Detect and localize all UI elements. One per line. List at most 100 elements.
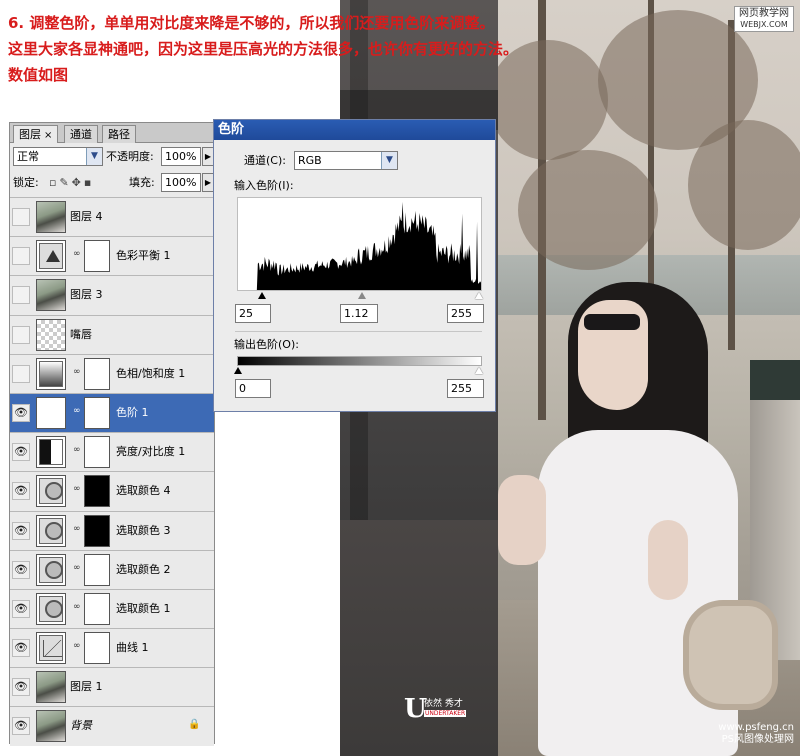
- channel-select[interactable]: RGB ▼: [294, 151, 398, 170]
- layer-name: 嘴唇: [70, 327, 92, 341]
- layer-row[interactable]: 👁 ∞ 选取颜色 4: [10, 471, 214, 511]
- levels-dialog: 色阶 通道(C): RGB ▼ 输入色阶(I): 25 1.12 255 输出色…: [213, 119, 496, 412]
- eye-icon[interactable]: 👁: [12, 560, 30, 579]
- panel-tabs: 图层 × 通道 路径: [10, 123, 214, 143]
- site-logo-tag: 网页教学网 WEBJX.COM: [734, 6, 794, 32]
- visibility-toggle[interactable]: [12, 208, 30, 226]
- input-white-slider[interactable]: [475, 292, 483, 299]
- selective-color-icon: [36, 592, 66, 625]
- layer-row-selected[interactable]: 👁 ∞ 色阶 1: [10, 392, 214, 433]
- site-watermark: www.psfeng.cn PS风图像处理网: [718, 722, 794, 745]
- layer-mask[interactable]: [84, 632, 110, 665]
- output-black-field[interactable]: 0: [235, 379, 271, 398]
- input-gamma-field[interactable]: 1.12: [340, 304, 378, 323]
- layer-row[interactable]: 👁 ∞ 选取颜色 3: [10, 510, 214, 550]
- watermark-logo: U 依然 秀才 UNDERTAKER: [404, 694, 467, 724]
- link-icon: ∞: [73, 641, 81, 652]
- curves-icon: [36, 632, 66, 665]
- output-white-field[interactable]: 255: [447, 379, 484, 398]
- lock-label: 锁定:: [13, 176, 39, 189]
- layer-mask[interactable]: [84, 553, 110, 586]
- levels-icon: [36, 396, 66, 429]
- layer-thumbnail: [36, 671, 66, 704]
- link-icon: ∞: [73, 601, 81, 612]
- layers-panel: 图层 × 通道 路径 正常 ▼ 不透明度: 100% ▶ 锁定: ▫✎✥▪ 填充:…: [9, 122, 215, 746]
- selective-color-icon: [36, 514, 66, 547]
- opacity-input[interactable]: 100%: [161, 147, 201, 166]
- layer-name: 图层 4: [70, 210, 103, 223]
- link-icon: ∞: [73, 562, 81, 573]
- layer-mask[interactable]: [84, 514, 110, 547]
- chevron-down-icon: ▼: [86, 148, 102, 165]
- eye-icon[interactable]: 👁: [12, 717, 30, 736]
- lock-icons[interactable]: ▫✎✥▪: [49, 173, 94, 192]
- layer-row[interactable]: ∞ 色相/饱和度 1: [10, 353, 214, 393]
- selective-color-icon: [36, 553, 66, 586]
- layer-row[interactable]: 👁 ∞ 选取颜色 2: [10, 549, 214, 589]
- input-gamma-slider[interactable]: [358, 292, 366, 299]
- fill-input[interactable]: 100%: [161, 173, 201, 192]
- layer-mask[interactable]: [84, 436, 110, 469]
- tutorial-text: 6. 调整色阶，单单用对比度来降是不够的，所以我们还要用色阶来调整。 这里大家各…: [8, 10, 518, 88]
- output-white-slider[interactable]: [475, 367, 483, 374]
- layer-row[interactable]: 👁 ∞ 选取颜色 1: [10, 588, 214, 629]
- eye-icon[interactable]: 👁: [12, 482, 30, 501]
- layer-row[interactable]: 嘴唇: [10, 314, 214, 354]
- layer-name: 选取颜色 1: [116, 601, 171, 615]
- input-white-field[interactable]: 255: [447, 304, 484, 323]
- hue-saturation-icon: [36, 357, 66, 390]
- close-icon[interactable]: ×: [44, 130, 52, 141]
- layer-row[interactable]: 👁 ∞ 曲线 1: [10, 628, 214, 668]
- blend-mode-select[interactable]: 正常 ▼: [13, 147, 103, 166]
- link-icon: ∞: [73, 249, 81, 260]
- selective-color-icon: [36, 475, 66, 508]
- eye-icon[interactable]: 👁: [12, 639, 30, 658]
- eye-icon[interactable]: 👁: [12, 403, 30, 422]
- layer-name: 选取颜色 4: [116, 484, 171, 498]
- layer-thumbnail: [36, 201, 66, 233]
- layer-mask[interactable]: [84, 592, 110, 625]
- intro-line-3: 数值如图: [8, 66, 69, 84]
- visibility-toggle[interactable]: [12, 364, 30, 383]
- layer-thumbnail: [36, 279, 66, 312]
- layer-mask[interactable]: [84, 475, 110, 508]
- divider: [235, 331, 482, 332]
- layer-name: 选取颜色 3: [116, 523, 171, 537]
- layer-row[interactable]: 👁 背景 🔒: [10, 706, 214, 746]
- eye-icon[interactable]: 👁: [12, 678, 30, 697]
- layer-name: 色阶 1: [116, 405, 149, 419]
- output-black-slider[interactable]: [234, 367, 242, 374]
- layer-row[interactable]: 图层 3: [10, 275, 214, 315]
- histogram: [237, 197, 482, 291]
- visibility-toggle[interactable]: [12, 325, 30, 344]
- tab-layers[interactable]: 图层 ×: [13, 125, 59, 143]
- input-black-slider[interactable]: [258, 292, 266, 299]
- layer-mask[interactable]: [84, 240, 110, 273]
- layer-name: 背景: [70, 719, 92, 733]
- visibility-toggle[interactable]: [12, 286, 30, 305]
- link-icon: ∞: [73, 523, 81, 534]
- color-balance-icon: [36, 240, 66, 273]
- intro-line-1: 6. 调整色阶，单单用对比度来降是不够的，所以我们还要用色阶来调整。: [8, 14, 495, 32]
- link-icon: ∞: [73, 445, 81, 456]
- tab-paths[interactable]: 路径: [102, 125, 136, 143]
- layer-row[interactable]: ∞ 色彩平衡 1: [10, 236, 214, 276]
- eye-icon[interactable]: 👁: [12, 599, 30, 618]
- tab-channels[interactable]: 通道: [64, 125, 98, 143]
- layer-row[interactable]: 图层 4: [10, 197, 214, 237]
- layer-name: 图层 1: [70, 680, 103, 694]
- output-levels-label: 输出色阶(O):: [234, 338, 299, 351]
- fill-label: 填充:: [129, 176, 155, 189]
- visibility-toggle[interactable]: [12, 247, 30, 266]
- layer-mask[interactable]: [84, 357, 110, 390]
- layer-thumbnail: [36, 318, 66, 351]
- layer-row[interactable]: 👁 图层 1: [10, 667, 214, 707]
- layer-row[interactable]: 👁 ∞ 亮度/对比度 1: [10, 432, 214, 472]
- layer-list: 图层 4 ∞ 色彩平衡 1 图层 3 嘴唇 ∞ 色相/饱和度 1 👁 ∞ 色阶 …: [10, 197, 214, 746]
- layer-mask[interactable]: [84, 396, 110, 429]
- input-black-field[interactable]: 25: [235, 304, 271, 323]
- intro-line-2: 这里大家各显神通吧，因为这里是压高光的方法很多，也许你有更好的方法。: [8, 40, 519, 58]
- eye-icon[interactable]: 👁: [12, 521, 30, 540]
- layer-name: 曲线 1: [116, 641, 149, 655]
- eye-icon[interactable]: 👁: [12, 443, 30, 462]
